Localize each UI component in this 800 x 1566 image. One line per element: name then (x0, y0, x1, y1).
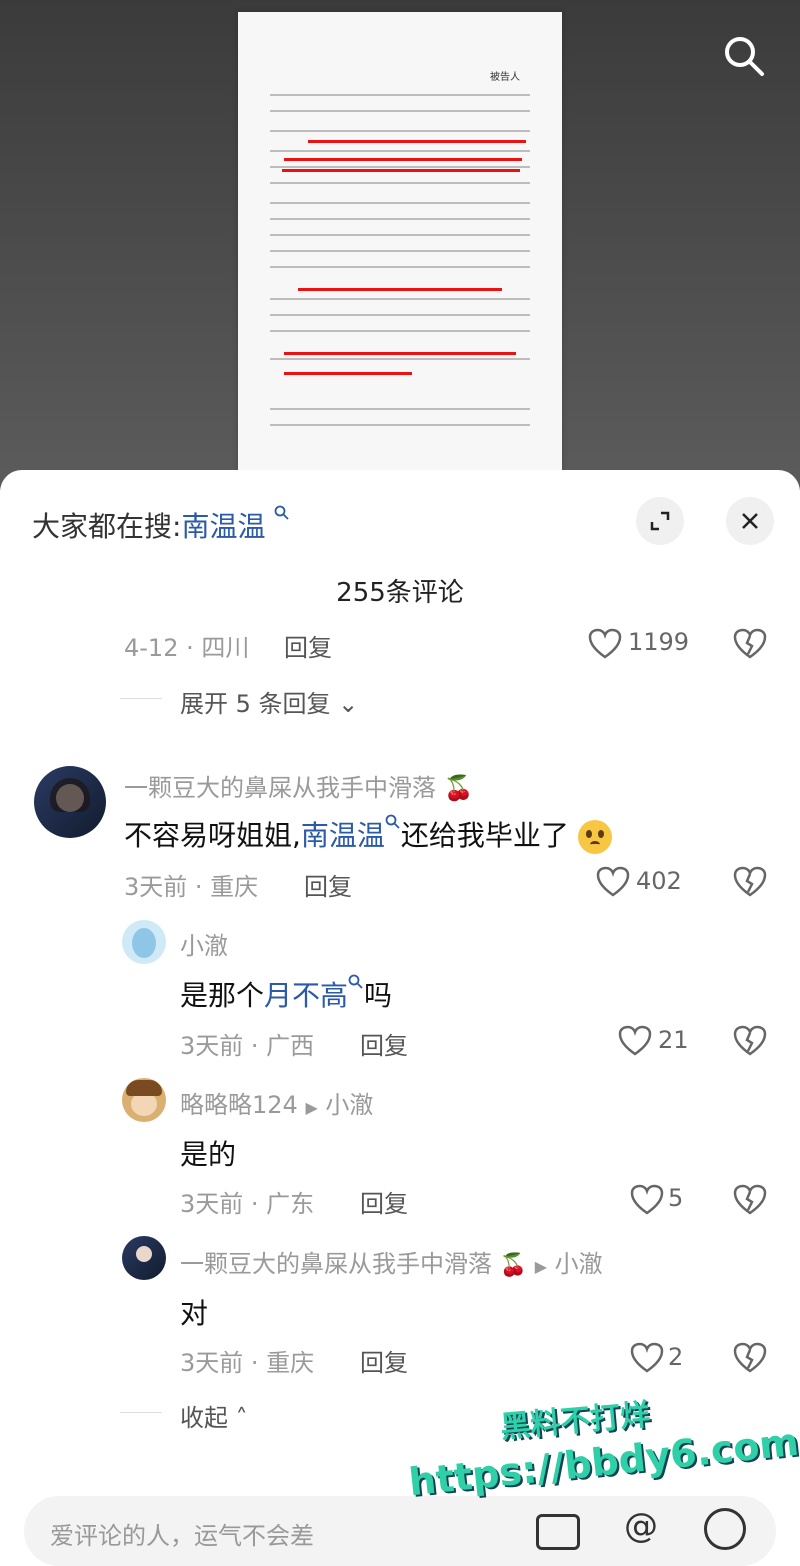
hot-search[interactable]: 大家都在搜:南温温 (32, 505, 290, 545)
comments-count-title: 255条评论 (336, 578, 464, 608)
search-icon[interactable] (722, 34, 766, 78)
reply-text: 是那个月不高 吗 (180, 974, 392, 1014)
reply-button[interactable]: 回复 (360, 1343, 408, 1378)
hot-search-prefix: 大家都在搜: (32, 510, 182, 543)
like-icon[interactable] (618, 1025, 652, 1057)
like-icon[interactable] (596, 866, 630, 898)
comment-meta: 4-12 · 四川 (124, 634, 250, 662)
dislike-icon[interactable] (733, 866, 767, 898)
like-count: 5 (668, 1184, 684, 1212)
comment-author[interactable]: 一颗豆大的鼻屎从我手中滑落 🍒 (124, 768, 474, 803)
comment-input-placeholder: 爱评论的人，运气不会差 (50, 1522, 314, 1550)
document-image: 被告人 (238, 12, 562, 482)
small-search-icon (385, 814, 400, 829)
reply-meta: 3天前 · 广西 (180, 1032, 315, 1060)
dislike-icon[interactable] (733, 1342, 767, 1374)
collapse-replies[interactable]: 收起 ˄ (120, 1398, 248, 1433)
reply-button[interactable]: 回复 (304, 867, 352, 902)
small-search-icon (348, 974, 363, 989)
comment-text-a: 不容易呀姐姐, (124, 819, 301, 852)
cherry-icon: 🍒 (443, 774, 474, 802)
avatar[interactable] (122, 1236, 166, 1280)
fullscreen-button[interactable] (636, 497, 684, 545)
avatar[interactable] (34, 766, 106, 838)
reply-text: 是的 (180, 1138, 237, 1171)
like-icon[interactable] (630, 1342, 664, 1374)
mention-icon[interactable]: @ (624, 1506, 658, 1546)
dislike-icon[interactable] (733, 1184, 767, 1216)
expand-replies[interactable]: 展开 5 条回复 ⌄ (119, 684, 359, 719)
reply-button[interactable]: 回复 (360, 1184, 408, 1219)
reply-arrow-icon: ▶ (305, 1098, 318, 1117)
document-header: 被告人 (490, 72, 520, 83)
reply-search-link[interactable]: 月不高 (264, 979, 348, 1012)
chevron-up-icon: ˄ (235, 1404, 248, 1432)
reply-author-name: 一颗豆大的鼻屎从我手中滑落 (180, 1250, 492, 1278)
reply-author[interactable]: 略略略124 ▶ 小澈 (180, 1085, 373, 1120)
reply-button[interactable]: 回复 (284, 628, 332, 663)
close-button[interactable] (726, 497, 774, 545)
like-icon[interactable] (588, 628, 622, 660)
emoji-icon[interactable] (704, 1508, 746, 1550)
chevron-down-icon: ⌄ (338, 690, 359, 718)
reply-meta: 3天前 · 重庆 (180, 1349, 315, 1377)
reply-meta: 3天前 · 广东 (180, 1190, 315, 1218)
dislike-icon[interactable] (733, 1025, 767, 1057)
like-count: 1199 (628, 628, 690, 656)
reply-to-name: 小澈 (554, 1250, 603, 1278)
like-count: 402 (636, 867, 682, 895)
expand-icon (650, 511, 670, 531)
close-icon (742, 513, 758, 529)
hot-search-keyword[interactable]: 南温温 (181, 510, 265, 543)
like-count: 21 (658, 1026, 689, 1054)
collapse-label: 收起 (180, 1404, 228, 1432)
cherry-icon: 🍒 (499, 1253, 528, 1278)
comment-text: 不容易呀姐姐,南温温 还给我毕业了 (124, 814, 612, 854)
comment-search-link[interactable]: 南温温 (301, 819, 385, 852)
image-icon[interactable] (536, 1514, 580, 1550)
reply-to-name: 小澈 (325, 1091, 374, 1119)
media-area: 被告人 (0, 0, 800, 490)
comment-input-bar[interactable]: 爱评论的人，运气不会差 @ (24, 1496, 776, 1566)
dislike-icon[interactable] (733, 628, 767, 660)
like-icon[interactable] (630, 1184, 664, 1216)
reply-author-name: 略略略124 (180, 1091, 298, 1119)
reply-author[interactable]: 小澈 (180, 926, 228, 961)
reply-button[interactable]: 回复 (360, 1026, 408, 1061)
crying-face-icon (577, 820, 612, 854)
reply-text-a: 是那个 (180, 979, 265, 1012)
expand-replies-label: 展开 5 条回复 (180, 690, 331, 718)
small-search-icon (274, 505, 289, 520)
avatar[interactable] (122, 920, 166, 964)
reply-arrow-icon: ▶ (534, 1257, 547, 1276)
reply-author[interactable]: 一颗豆大的鼻屎从我手中滑落 🍒 ▶ 小澈 (180, 1244, 603, 1279)
reply-text: 对 (180, 1297, 209, 1330)
comment-author-name: 一颗豆大的鼻屎从我手中滑落 (124, 774, 436, 802)
comment-text-b: 还给我毕业了 (400, 819, 569, 852)
like-count: 2 (668, 1343, 684, 1371)
avatar[interactable] (122, 1078, 166, 1122)
comment-meta: 3天前 · 重庆 (124, 873, 259, 901)
reply-text-b: 吗 (364, 979, 393, 1012)
